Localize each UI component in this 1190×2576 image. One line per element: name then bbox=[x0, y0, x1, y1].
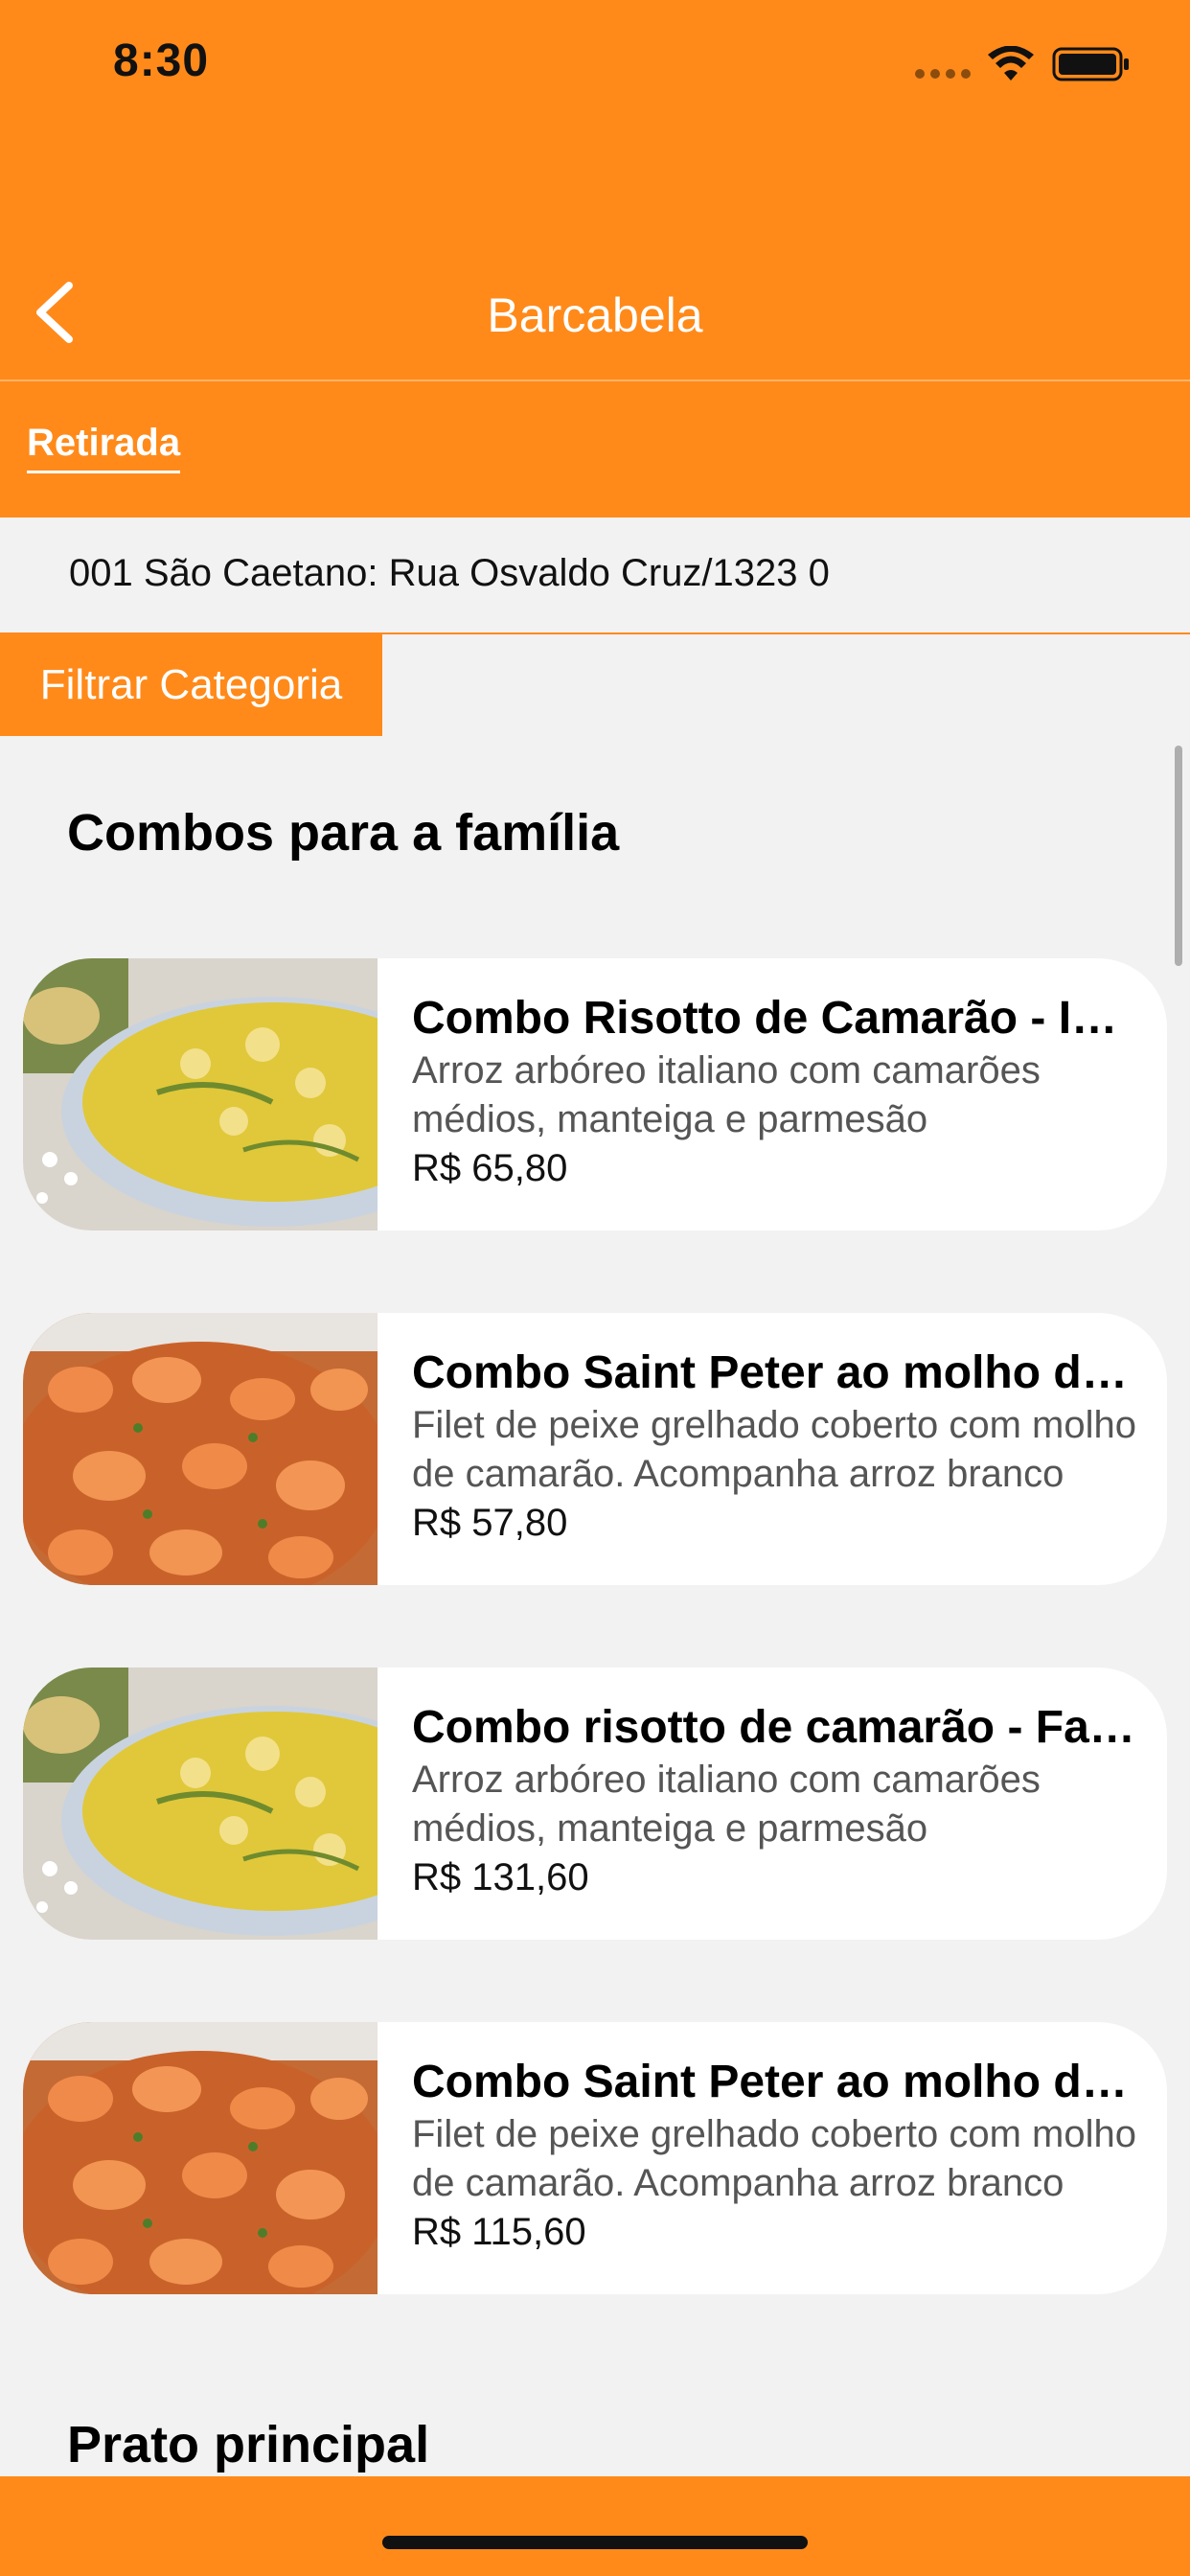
product-title: Combo Saint Peter ao molho de camarão bbox=[412, 2057, 1142, 2107]
store-address: 001 São Caetano: Rua Osvaldo Cruz/1323 0 bbox=[69, 552, 830, 594]
home-indicator[interactable] bbox=[382, 2536, 808, 2549]
filter-category-button[interactable]: Filtrar Categoria bbox=[0, 634, 382, 736]
store-selector[interactable]: 001 São Caetano: Rua Osvaldo Cruz/1323 0 bbox=[0, 518, 1190, 634]
tab-retirada[interactable]: Retirada bbox=[27, 422, 181, 473]
status-time: 8:30 bbox=[113, 35, 210, 86]
page-title: Barcabela bbox=[487, 288, 703, 342]
section-title: Combos para a família bbox=[67, 804, 620, 862]
product-title: Combo Saint Peter ao molho de camarão bbox=[412, 1347, 1142, 1398]
product-description: Filet de peixe grelhado coberto com molh… bbox=[412, 2113, 1136, 2204]
signal-icon bbox=[915, 69, 973, 80]
wifi-icon bbox=[988, 46, 1034, 80]
product-price: R$ 65,80 bbox=[412, 1147, 568, 1189]
battery-icon bbox=[1052, 47, 1129, 81]
product-card[interactable]: Combo Risotto de Camarão - Individual Ar… bbox=[23, 958, 1167, 1230]
product-price: R$ 57,80 bbox=[412, 1502, 568, 1544]
section-title: Prato principal bbox=[67, 2416, 430, 2473]
product-card[interactable]: Combo risotto de camarão - Família Arroz… bbox=[23, 1668, 1167, 1940]
product-description: Arroz arbóreo italiano com camarões médi… bbox=[412, 1049, 1041, 1140]
scrollbar[interactable] bbox=[1175, 746, 1182, 966]
product-price: R$ 115,60 bbox=[412, 2211, 586, 2253]
product-image-shrimp bbox=[23, 1313, 378, 1585]
product-image-risotto bbox=[23, 958, 378, 1230]
product-title: Combo Risotto de Camarão - Individual bbox=[412, 993, 1142, 1044]
product-description: Filet de peixe grelhado coberto com molh… bbox=[412, 1404, 1136, 1495]
product-description: Arroz arbóreo italiano com camarões médi… bbox=[412, 1759, 1041, 1850]
product-card[interactable]: Combo Saint Peter ao molho de camarão Fi… bbox=[23, 2022, 1167, 2294]
navigation-bar: Barcabela bbox=[0, 249, 1190, 381]
status-bar: 8:30 bbox=[0, 0, 1190, 134]
product-price: R$ 131,60 bbox=[412, 1856, 589, 1898]
product-image-risotto bbox=[23, 1668, 378, 1940]
product-image-shrimp bbox=[23, 2022, 378, 2294]
product-title: Combo risotto de camarão - Família bbox=[412, 1702, 1142, 1753]
bottom-bar bbox=[0, 2476, 1190, 2576]
product-card[interactable]: Combo Saint Peter ao molho de camarão Fi… bbox=[23, 1313, 1167, 1585]
